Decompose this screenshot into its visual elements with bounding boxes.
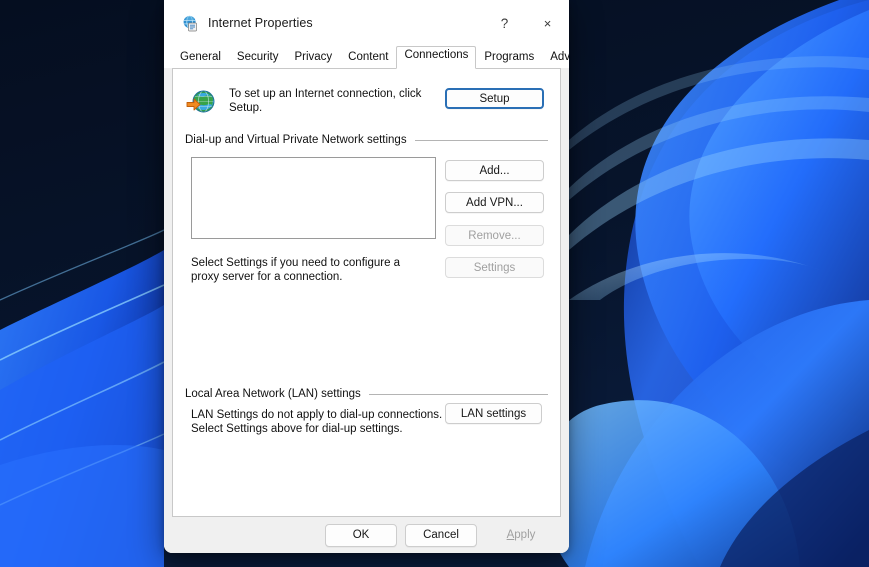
internet-properties-icon xyxy=(183,15,197,31)
globe-with-arrow-icon xyxy=(186,90,215,113)
tab-general[interactable]: General xyxy=(172,47,229,68)
dialup-group-rule xyxy=(414,139,548,141)
dialup-group-header: Dial-up and Virtual Private Network sett… xyxy=(185,134,548,146)
connections-tab-panel: To set up an Internet connection, click … xyxy=(172,68,561,517)
dialog-title: Internet Properties xyxy=(208,16,313,30)
setup-description: To set up an Internet connection, click … xyxy=(229,88,422,114)
cancel-button[interactable]: Cancel xyxy=(405,523,477,547)
dialup-settings-button: Settings xyxy=(445,257,544,278)
lan-group-header: Local Area Network (LAN) settings xyxy=(185,388,548,400)
connections-listbox[interactable] xyxy=(191,157,436,239)
tab-strip: General Security Privacy Content Connect… xyxy=(164,46,569,69)
dialog-footer: OK Cancel Apply xyxy=(164,517,569,553)
remove-button: Remove... xyxy=(445,225,544,246)
lan-settings-button[interactable]: LAN settings xyxy=(445,403,542,424)
tab-advanced[interactable]: Advanced xyxy=(542,47,569,68)
tab-content[interactable]: Content xyxy=(340,47,396,68)
tab-connections[interactable]: Connections xyxy=(396,46,477,69)
help-button[interactable]: ? xyxy=(483,0,526,46)
lan-group-rule xyxy=(368,393,548,395)
lan-group-label: Local Area Network (LAN) settings xyxy=(185,388,361,400)
setup-button[interactable]: Setup xyxy=(445,88,544,109)
dialup-group-label: Dial-up and Virtual Private Network sett… xyxy=(185,134,407,146)
tab-programs[interactable]: Programs xyxy=(476,47,542,68)
tab-security[interactable]: Security xyxy=(229,47,287,68)
apply-accelerator: A xyxy=(506,529,515,541)
internet-properties-dialog: Internet Properties ? × General Security… xyxy=(164,0,569,553)
ok-button[interactable]: OK xyxy=(325,523,397,547)
tab-privacy[interactable]: Privacy xyxy=(286,47,340,68)
apply-button: Apply xyxy=(485,523,557,547)
proxy-hint-text: Select Settings if you need to configure… xyxy=(191,257,401,283)
add-button[interactable]: Add... xyxy=(445,160,544,181)
lan-description: LAN Settings do not apply to dial-up con… xyxy=(191,409,443,435)
titlebar-buttons: ? × xyxy=(483,0,569,46)
dialog-titlebar[interactable]: Internet Properties ? × xyxy=(164,0,569,46)
apply-label-rest: pply xyxy=(514,529,536,541)
add-vpn-button[interactable]: Add VPN... xyxy=(445,192,544,213)
close-button[interactable]: × xyxy=(526,0,569,46)
